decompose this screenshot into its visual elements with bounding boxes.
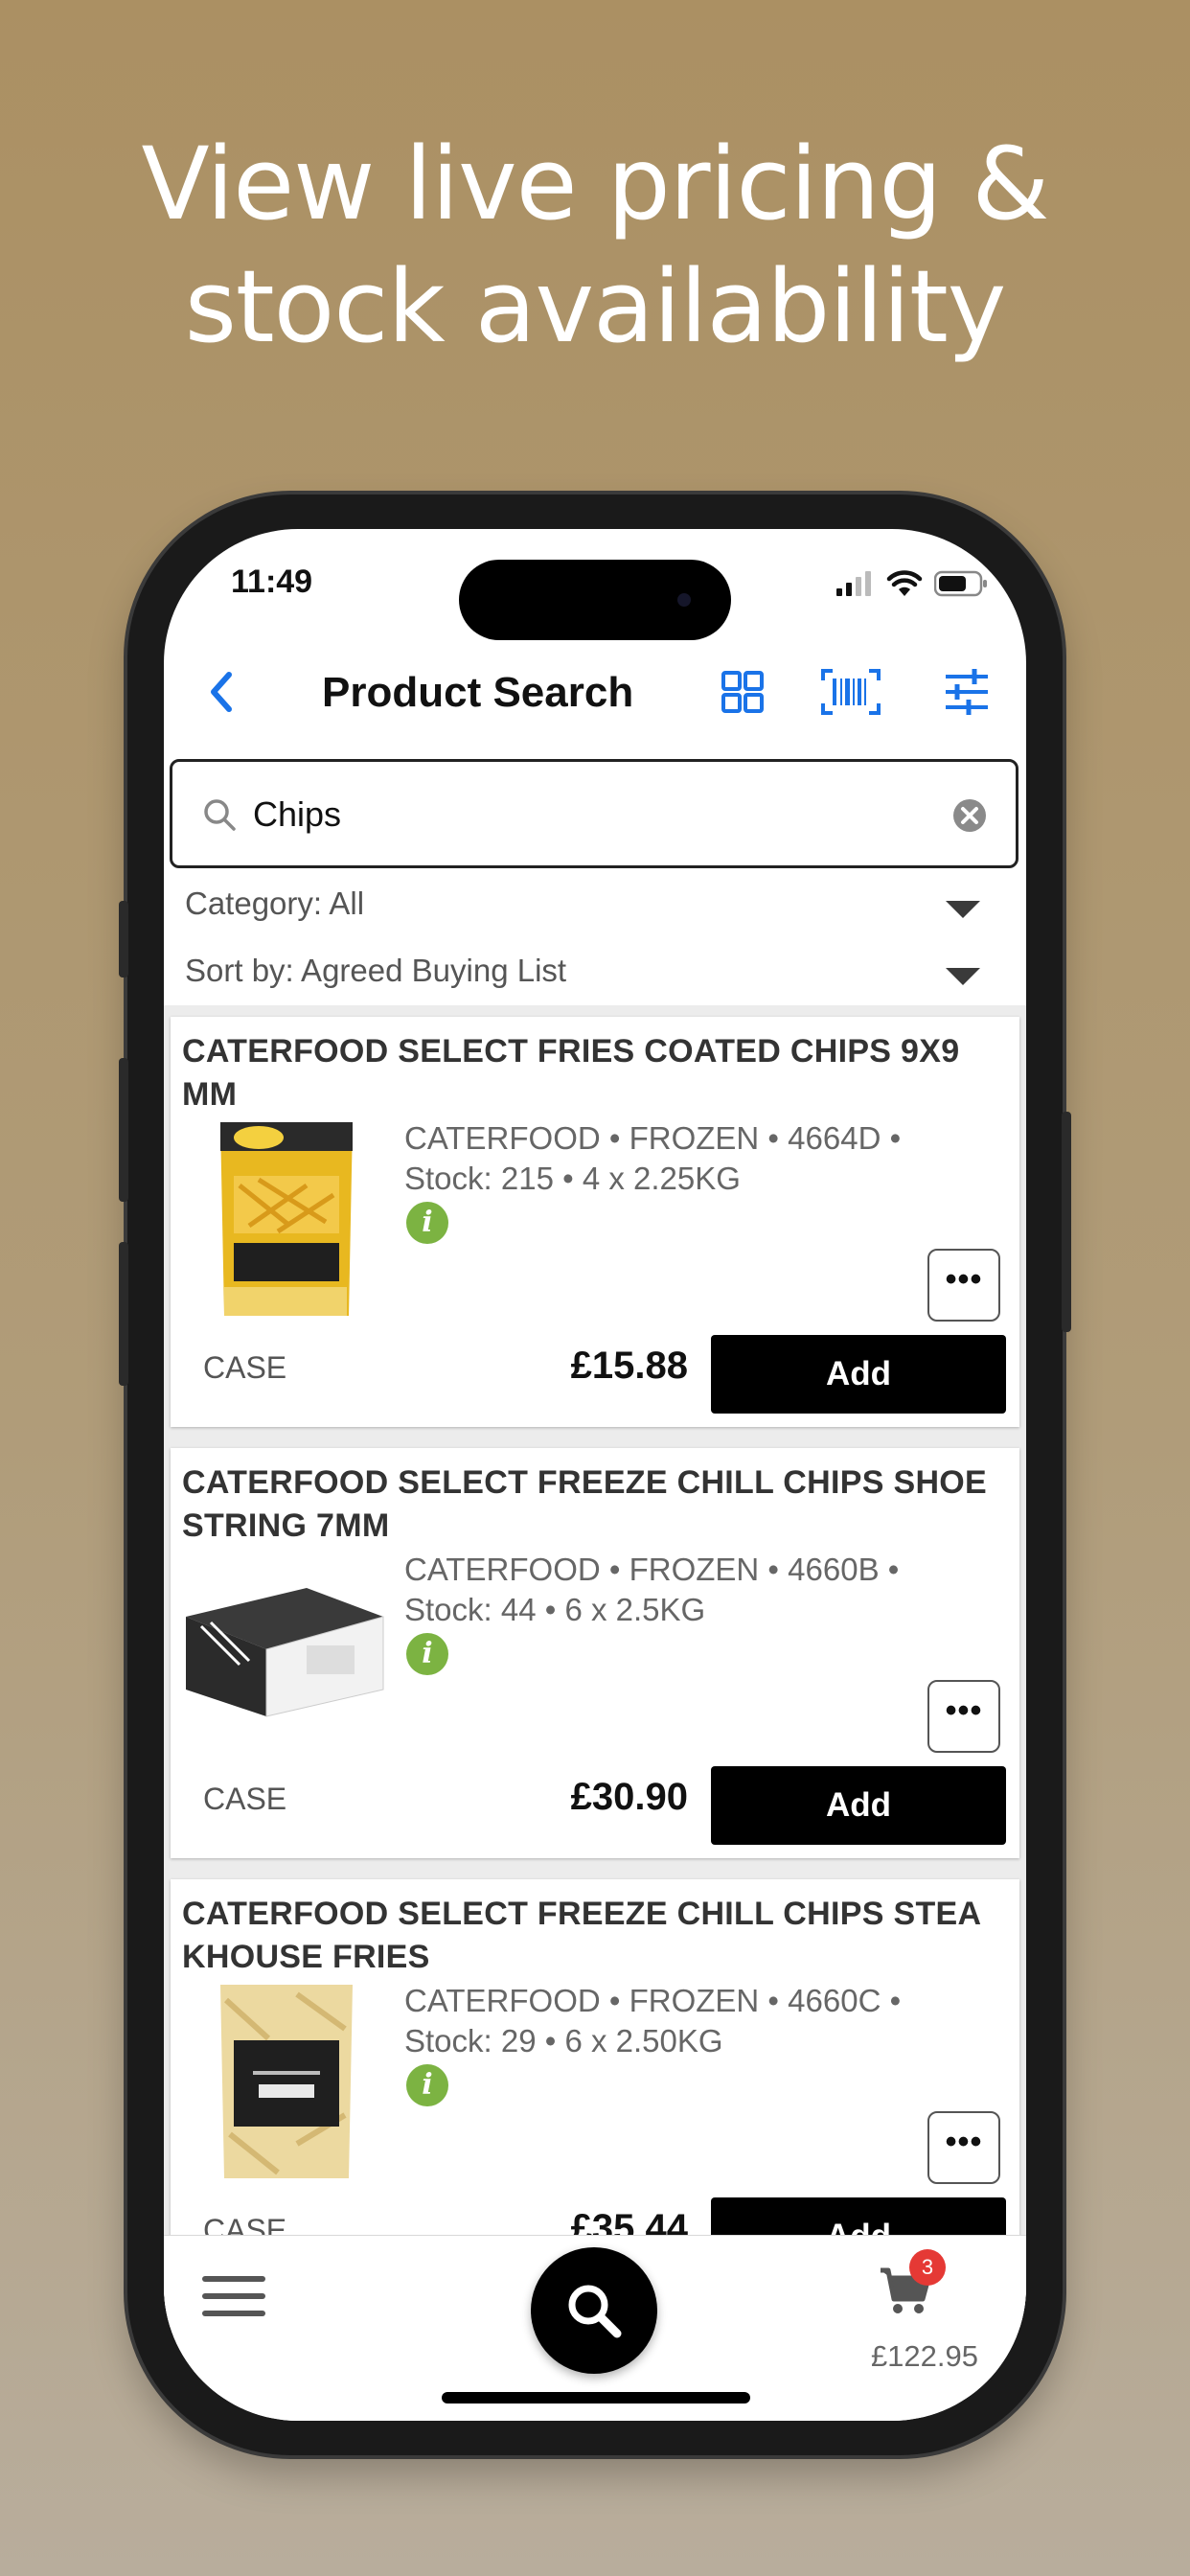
more-options-button[interactable]: •••	[927, 1680, 1000, 1753]
product-image-fries-bag	[220, 1122, 353, 1316]
product-price: £30.90	[570, 1776, 688, 1818]
promo-headline-line2: stock availability	[184, 248, 1007, 365]
product-image-fries-bag	[220, 1985, 353, 2178]
product-title: CATERFOOD SELECT FRIES COATED CHIPS 9X9 …	[182, 1033, 960, 1113]
dynamic-island	[459, 560, 731, 640]
product-meta: CATERFOOD • FROZEN • 4664D • Stock: 215 …	[404, 1118, 979, 1199]
product-unit: CASE	[203, 1350, 287, 1385]
search-icon	[568, 2285, 622, 2338]
promo-headline-line1: View live pricing &	[141, 126, 1049, 242]
barcode-scan-icon[interactable]	[819, 665, 882, 719]
product-meta: CATERFOOD • FROZEN • 4660B • Stock: 44 •…	[404, 1550, 979, 1630]
clear-icon[interactable]	[952, 798, 987, 833]
status-icons	[836, 567, 988, 600]
cart-total: £122.95	[870, 2339, 978, 2373]
app-screen: 11:49 Product Search Chips Category: All…	[164, 529, 1026, 2421]
info-icon[interactable]: i	[406, 1202, 448, 1244]
chevron-down-icon	[946, 901, 980, 918]
product-meta-line1: CATERFOOD • FROZEN • 4660C •	[404, 1983, 902, 2018]
back-chevron-icon[interactable]	[196, 665, 250, 719]
category-dropdown[interactable]: Category: All	[164, 872, 1026, 939]
add-button[interactable]: Add	[711, 1766, 1006, 1845]
product-image-fries-box	[186, 1588, 384, 1717]
nav-bar: Product Search	[164, 644, 1026, 740]
more-options-button[interactable]: •••	[927, 1249, 1000, 1322]
chevron-down-icon	[946, 968, 980, 985]
category-label: Category: All	[185, 886, 365, 921]
search-fab-button[interactable]	[531, 2247, 657, 2374]
product-list: CATERFOOD SELECT FRIES COATED CHIPS 9X9 …	[164, 1005, 1026, 2328]
product-meta: CATERFOOD • FROZEN • 4660C • Stock: 29 •…	[404, 1981, 979, 2061]
product-title: CATERFOOD SELECT FREEZE CHILL CHIPS STEA…	[182, 1896, 981, 1975]
more-options-button[interactable]: •••	[927, 2111, 1000, 2184]
add-button[interactable]: Add	[711, 1335, 1006, 1414]
search-value: Chips	[253, 794, 342, 834]
cart-count-badge: 3	[909, 2249, 946, 2286]
sort-dropdown[interactable]: Sort by: Agreed Buying List	[164, 939, 1026, 1006]
product-card[interactable]: CATERFOOD SELECT FREEZE CHILL CHIPS SHOE…	[171, 1448, 1019, 1858]
cart-button[interactable]: 3 £122.95	[844, 2249, 978, 2383]
phone-volume-down	[119, 1242, 128, 1386]
phone-mute-switch	[119, 901, 128, 978]
cellular-signal-icon	[836, 571, 871, 596]
product-stock: Stock: 215 • 4 x 2.25KG	[404, 1161, 741, 1196]
product-card[interactable]: CATERFOOD SELECT FRIES COATED CHIPS 9X9 …	[171, 1017, 1019, 1427]
product-title: CATERFOOD SELECT FREEZE CHILL CHIPS SHOE…	[182, 1464, 988, 1544]
promo-headline: View live pricing & stock availability	[0, 123, 1190, 368]
filter-sliders-icon[interactable]	[940, 665, 994, 719]
grid-view-icon[interactable]	[716, 665, 769, 719]
search-input[interactable]: Chips	[170, 759, 1018, 868]
product-stock: Stock: 29 • 6 x 2.50KG	[404, 2023, 723, 2058]
phone-power-button	[1062, 1112, 1071, 1332]
info-icon[interactable]: i	[406, 2064, 448, 2106]
menu-icon[interactable]	[202, 2276, 265, 2324]
phone-volume-up	[119, 1058, 128, 1202]
product-stock: Stock: 44 • 6 x 2.5KG	[404, 1592, 706, 1627]
status-time: 11:49	[231, 564, 313, 600]
search-icon	[204, 799, 236, 831]
page-title: Product Search	[322, 669, 634, 716]
product-price: £15.88	[570, 1345, 688, 1387]
product-meta-line1: CATERFOOD • FROZEN • 4664D •	[404, 1120, 902, 1156]
wifi-icon	[886, 570, 923, 596]
product-meta-line1: CATERFOOD • FROZEN • 4660B •	[404, 1552, 900, 1587]
home-indicator	[442, 2392, 750, 2404]
info-icon[interactable]: i	[406, 1633, 448, 1675]
battery-icon	[934, 570, 987, 597]
product-unit: CASE	[203, 1782, 287, 1816]
product-card[interactable]: CATERFOOD SELECT FREEZE CHILL CHIPS STEA…	[171, 1879, 1019, 2289]
sort-label: Sort by: Agreed Buying List	[185, 953, 567, 988]
